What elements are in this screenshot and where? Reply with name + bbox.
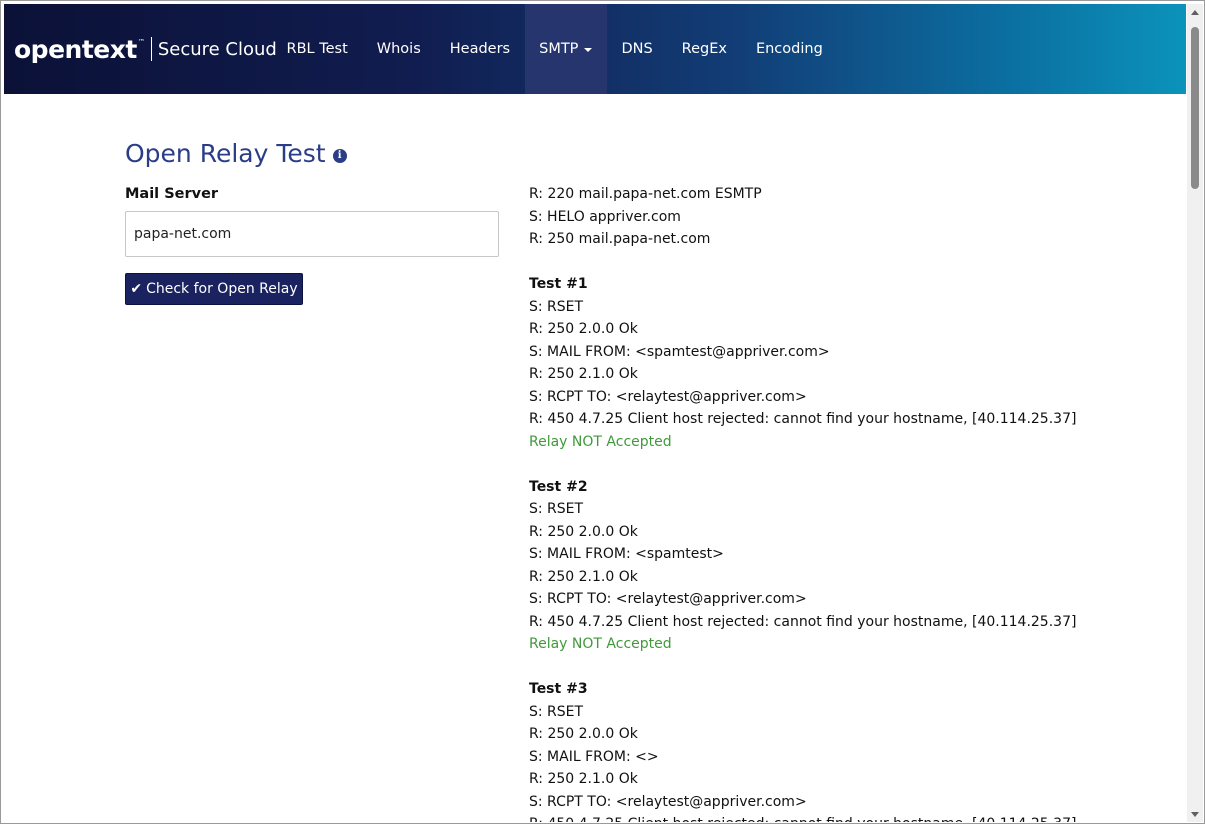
result-line: R: 250 2.0.0 Ok (529, 321, 638, 337)
relay-status: Relay NOT Accepted (529, 636, 672, 652)
result-line: R: 450 4.7.25 Client host rejected: cann… (529, 613, 1077, 630)
trademark-mark: ™ (137, 38, 145, 46)
result-line: S: RCPT TO: <relaytest@appriver.com> (529, 591, 807, 607)
check-button-label: Check for Open Relay (146, 281, 298, 297)
test-block-3: Test #3 S: RSET R: 250 2.0.0 Ok S: MAIL … (529, 678, 1169, 822)
arrow-up-icon (1191, 9, 1199, 15)
brand-product-name: Secure Cloud (157, 38, 277, 60)
test-heading: Test #2 (529, 478, 588, 495)
result-line: S: RCPT TO: <relaytest@appriver.com> (529, 793, 807, 810)
test-block-2: Test #2 S: RSET R: 250 2.0.0 Ok S: MAIL … (529, 476, 1169, 656)
result-line: R: 450 4.7.25 Client host rejected: cann… (529, 813, 1169, 822)
nav-item-regex[interactable]: RegEx (667, 4, 741, 94)
info-icon[interactable]: i (332, 148, 347, 163)
vertical-scrollbar[interactable] (1187, 4, 1203, 822)
mail-server-input[interactable] (125, 211, 499, 257)
test-heading: Test #1 (529, 276, 588, 292)
scroll-up-button[interactable] (1187, 4, 1203, 20)
result-line: S: RSET (529, 501, 584, 517)
nav-item-label: RBL Test (286, 41, 348, 57)
nav-item-label: Encoding (755, 41, 823, 57)
nav-item-label: RegEx (681, 41, 727, 57)
result-line: S: RCPT TO: <relaytest@appriver.com> (529, 388, 807, 405)
relay-status: Relay NOT Accepted (529, 433, 672, 450)
nav-item-whois[interactable]: Whois (362, 4, 435, 94)
top-navbar: opentext ™ Secure Cloud RBL Test Whois H… (4, 4, 1186, 94)
result-line: R: 250 2.1.0 Ok (529, 771, 638, 787)
result-line: R: 250 2.0.0 Ok (529, 523, 638, 540)
test-block-1: Test #1 S: RSET R: 250 2.0.0 Ok S: MAIL … (529, 273, 1169, 453)
nav-item-smtp[interactable]: SMTP (524, 4, 607, 94)
nav-item-dns[interactable]: DNS (607, 4, 667, 94)
result-line: R: 250 mail.papa-net.com (529, 231, 711, 247)
page-viewport: opentext ™ Secure Cloud RBL Test Whois H… (4, 4, 1186, 822)
chevron-down-icon (584, 48, 593, 52)
result-line: S: RSET (529, 703, 584, 720)
nav-item-label: DNS (621, 41, 653, 57)
brand[interactable]: opentext ™ Secure Cloud (14, 33, 277, 65)
page-title-text: Open Relay Test (125, 139, 326, 168)
brand-divider (150, 37, 152, 61)
nav-item-rbl-test[interactable]: RBL Test (272, 4, 362, 94)
check-open-relay-button[interactable]: ✔ Check for Open Relay (125, 273, 303, 305)
result-line: R: 250 2.1.0 Ok (529, 366, 638, 382)
nav-item-headers[interactable]: Headers (435, 4, 524, 94)
scrollbar-thumb[interactable] (1191, 27, 1199, 189)
result-line: S: MAIL FROM: <spamtest> (529, 546, 724, 562)
result-line: S: HELO appriver.com (529, 208, 681, 225)
nav-item-label: SMTP (539, 41, 579, 57)
browser-window: opentext ™ Secure Cloud RBL Test Whois H… (0, 0, 1205, 824)
result-line: S: MAIL FROM: <> (529, 748, 659, 765)
nav-menu: RBL Test Whois Headers SMTP DNS RegEx En… (272, 4, 837, 94)
greeting-block: R: 220 mail.papa-net.com ESMTP S: HELO a… (529, 183, 1169, 251)
nav-item-label: Headers (449, 41, 511, 57)
nav-item-encoding[interactable]: Encoding (741, 4, 837, 94)
mail-server-label: Mail Server (125, 186, 219, 202)
arrow-down-icon (1191, 811, 1199, 817)
result-line: S: MAIL FROM: <spamtest@appriver.com> (529, 343, 830, 360)
checkmark-icon: ✔ (130, 281, 143, 297)
nav-item-label: Whois (376, 41, 421, 57)
page-title: Open Relay Test i (125, 139, 347, 168)
result-line: R: 250 2.1.0 Ok (529, 568, 638, 585)
result-line: R: 220 mail.papa-net.com ESMTP (529, 186, 762, 202)
result-line: S: RSET (529, 298, 584, 315)
opentext-logo: opentext (14, 34, 137, 64)
result-line: R: 450 4.7.25 Client host rejected: cann… (529, 411, 1077, 427)
scroll-down-button[interactable] (1187, 806, 1203, 822)
relay-results: R: 220 mail.papa-net.com ESMTP S: HELO a… (529, 183, 1169, 822)
result-line: R: 250 2.0.0 Ok (529, 726, 638, 742)
test-heading: Test #3 (529, 681, 588, 697)
